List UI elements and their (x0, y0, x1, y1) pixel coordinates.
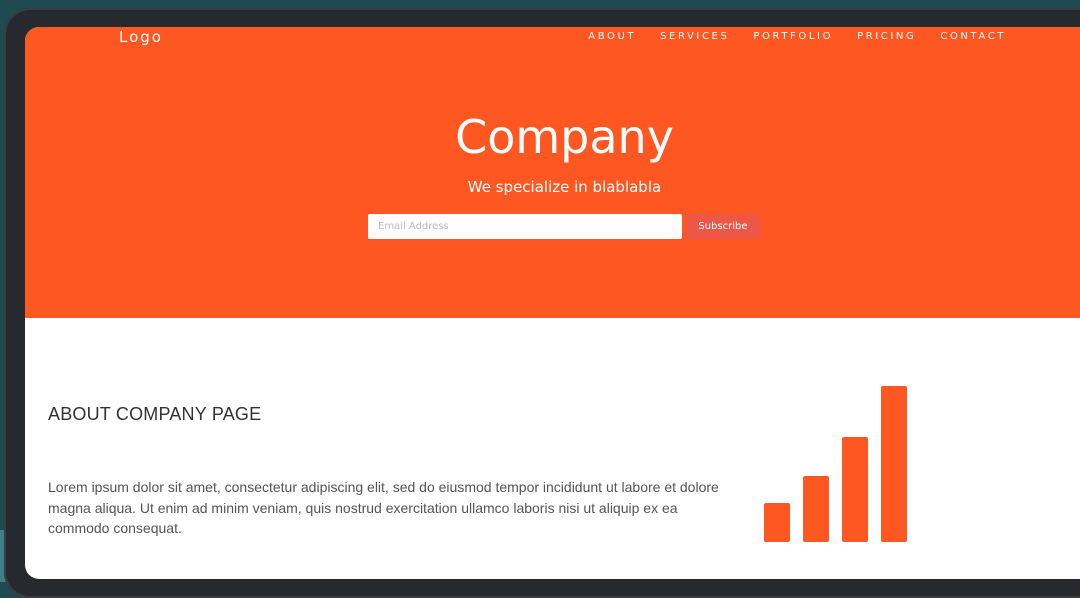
signal-bars-icon (764, 386, 907, 542)
email-input[interactable] (368, 214, 682, 239)
about-paragraph: Lorem ipsum dolor sit amet, consectetur … (48, 479, 719, 536)
hero-section: Logo ABOUT SERVICES PORTFOLIO PRICING CO… (25, 27, 1080, 318)
nav-about[interactable]: ABOUT (588, 30, 636, 44)
nav-pricing[interactable]: PRICING (857, 30, 916, 44)
about-title: ABOUT COMPANY PAGE (48, 404, 262, 424)
signal-bar-4 (881, 386, 907, 542)
nav-portfolio[interactable]: PORTFOLIO (753, 30, 833, 44)
hero-subtitle: We specialize in blablabla (467, 178, 662, 196)
subscribe-button[interactable]: Subscribe (686, 214, 760, 239)
signal-bar-2 (803, 476, 829, 542)
site-logo[interactable]: Logo (119, 27, 163, 47)
nav-services[interactable]: SERVICES (660, 30, 729, 44)
device-frame: Logo ABOUT SERVICES PORTFOLIO PRICING CO… (4, 8, 1080, 598)
hero-title: Company (455, 110, 674, 164)
nav-contact[interactable]: CONTACT (940, 30, 1006, 44)
main-nav: ABOUT SERVICES PORTFOLIO PRICING CONTACT (588, 30, 1006, 44)
signal-bar-3 (842, 437, 868, 542)
signal-bar-1 (764, 503, 790, 542)
website-screen: Logo ABOUT SERVICES PORTFOLIO PRICING CO… (25, 27, 1080, 579)
